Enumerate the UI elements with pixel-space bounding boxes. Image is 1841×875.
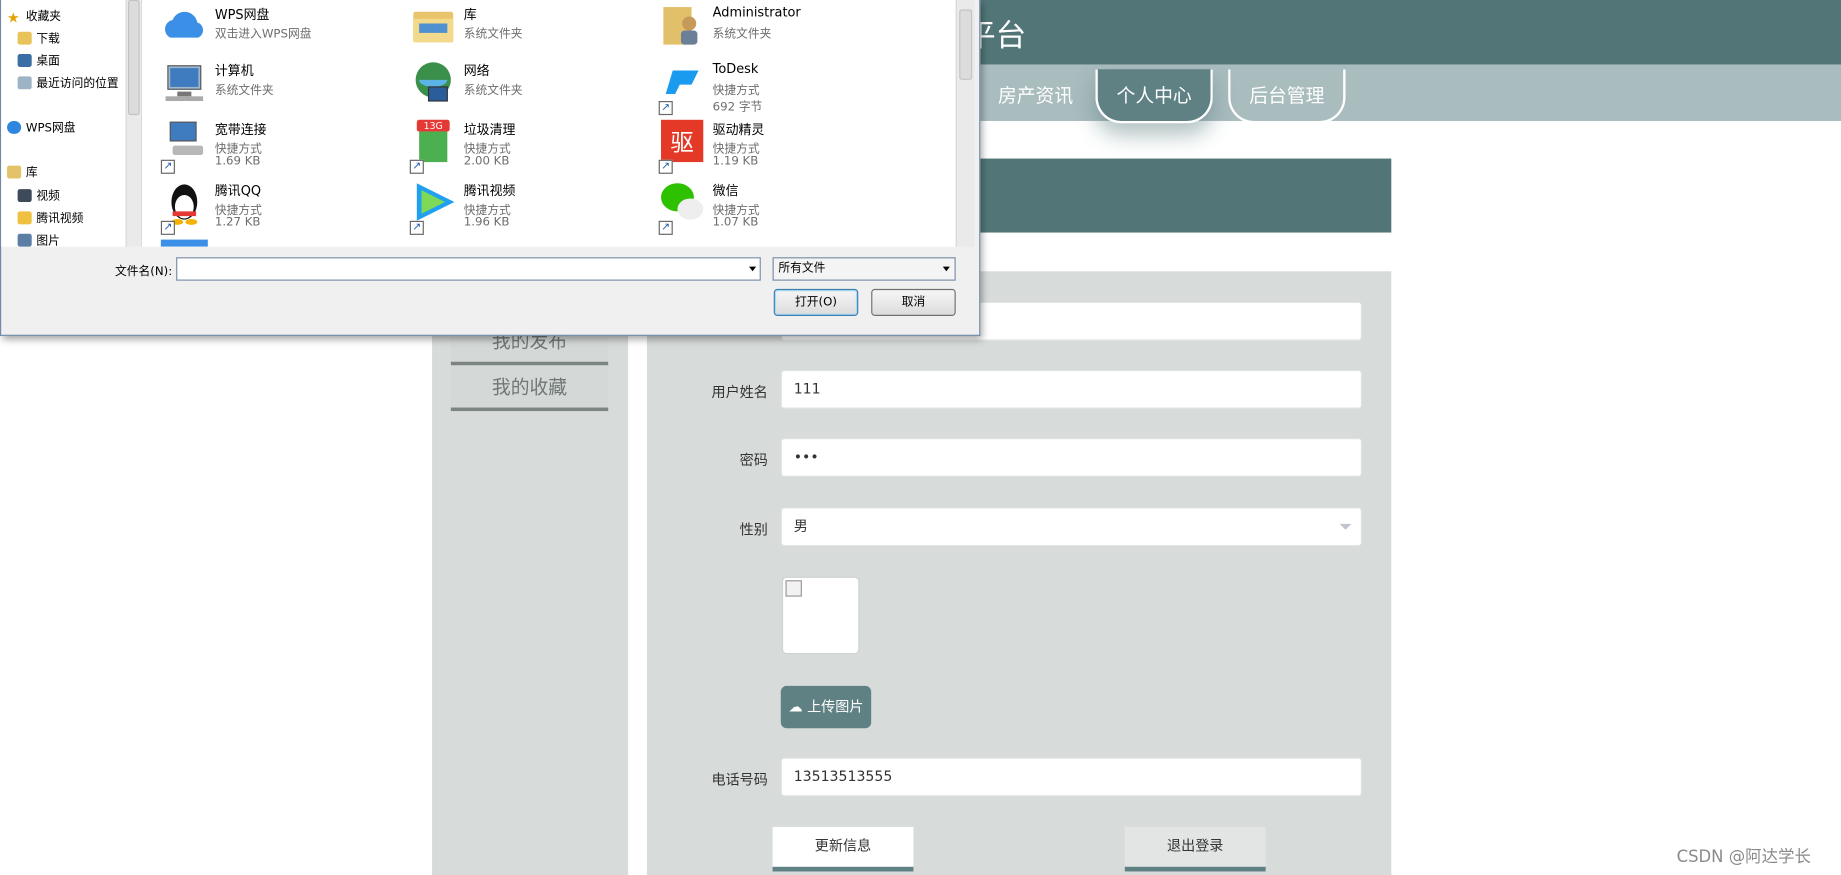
qq-icon bbox=[171, 184, 198, 225]
filetype-select[interactable]: 所有文件 bbox=[772, 257, 956, 281]
download-icon bbox=[17, 31, 32, 45]
shortcut-arrow-icon: ↗ bbox=[160, 220, 175, 235]
nav-item-library[interactable]: 库 bbox=[7, 162, 38, 180]
tab-news[interactable]: 房产资讯 bbox=[970, 69, 1101, 123]
cloud-icon bbox=[165, 11, 204, 38]
picture-icon bbox=[17, 233, 32, 247]
star-icon: ★ bbox=[7, 9, 20, 26]
svg-text:驱: 驱 bbox=[670, 128, 693, 156]
phone-field[interactable]: 13513513555 bbox=[780, 757, 1362, 797]
dialog-nav-pane: ★ 收藏夹 下载 桌面 最近访问的位置 WPS网盘 库 视频 腾讯视频 图片 bbox=[1, 0, 143, 248]
chevron-down-icon[interactable] bbox=[749, 266, 757, 272]
upload-image-button[interactable]: ☁ 上传图片 bbox=[780, 685, 872, 729]
file-item-cleaner[interactable]: 13G ↗ 垃圾清理 快捷方式 2.00 KB bbox=[409, 117, 645, 174]
user-folder-icon bbox=[663, 7, 698, 45]
filename-input[interactable] bbox=[176, 257, 761, 281]
file-item-todesk[interactable]: ↗ ToDesk 快捷方式 692 字节 bbox=[658, 59, 894, 116]
video-icon bbox=[17, 189, 32, 203]
cancel-button[interactable]: 取消 bbox=[871, 288, 956, 316]
upload-label: 上传图片 bbox=[807, 698, 864, 716]
nav-scrollbar-thumb[interactable] bbox=[127, 0, 140, 116]
nav-item-recent[interactable]: 最近访问的位置 bbox=[17, 73, 119, 90]
library-icon bbox=[7, 165, 22, 179]
shortcut-arrow-icon: ↗ bbox=[658, 159, 673, 174]
nav-item-wps-cloud[interactable]: WPS网盘 bbox=[7, 117, 75, 135]
wechat-icon bbox=[661, 183, 704, 220]
file-item-wechat[interactable]: ↗ 微信 快捷方式 1.07 KB bbox=[658, 179, 894, 235]
file-item-computer[interactable]: 计算机 系统文件夹 bbox=[161, 59, 396, 115]
gender-select[interactable]: 男 bbox=[780, 507, 1362, 547]
tab-admin[interactable]: 后台管理 bbox=[1228, 69, 1346, 124]
avatar-preview bbox=[781, 576, 860, 655]
top-header: 平台 bbox=[962, 0, 1841, 65]
cleaner-icon: 13G bbox=[416, 119, 450, 163]
network-icon bbox=[415, 62, 451, 102]
screen: 平台 房产资讯 个人中心 后台管理 我的发布 我的收藏 用户姓名 111 密码 … bbox=[0, 0, 1841, 875]
section-header bbox=[974, 158, 1392, 233]
svg-text:13G: 13G bbox=[424, 121, 443, 132]
todesk-icon bbox=[665, 70, 699, 94]
nav-item-favorites[interactable]: ★ 收藏夹 bbox=[7, 6, 61, 25]
update-info-button[interactable]: 更新信息 bbox=[772, 826, 914, 872]
desktop-icon bbox=[17, 54, 32, 67]
file-item-tencent-video[interactable]: ↗ 腾讯视频 快捷方式 1.96 KB bbox=[409, 179, 645, 235]
tab-personal-center[interactable]: 个人中心 bbox=[1095, 69, 1213, 124]
partial-file-icon bbox=[160, 239, 208, 247]
library-icon bbox=[413, 11, 454, 43]
shortcut-arrow-icon: ↗ bbox=[658, 220, 673, 235]
tencent-video-icon bbox=[416, 183, 455, 221]
file-item-administrator[interactable]: Administrator 系统文件夹 bbox=[659, 2, 894, 58]
cloud-icon bbox=[7, 120, 22, 134]
nav-item-tencent-video[interactable]: 腾讯视频 bbox=[17, 208, 84, 226]
cloud-upload-icon: ☁ bbox=[788, 698, 803, 716]
gender-label: 性别 bbox=[739, 521, 768, 538]
shortcut-arrow-icon: ↗ bbox=[160, 159, 175, 174]
password-field[interactable]: ••• bbox=[780, 438, 1362, 477]
nav-item-videos[interactable]: 视频 bbox=[17, 186, 60, 203]
phone-label: 电话号码 bbox=[711, 771, 768, 789]
driver-icon: 驱 bbox=[661, 119, 704, 163]
file-item-qq[interactable]: ↗ 腾讯QQ 快捷方式 1.27 KB bbox=[160, 179, 396, 235]
file-item-network[interactable]: 网络 系统文件夹 bbox=[410, 59, 645, 115]
nav-scrollbar[interactable] bbox=[125, 0, 141, 247]
password-label: 密码 bbox=[739, 452, 768, 469]
name-field[interactable]: 111 bbox=[780, 369, 1362, 409]
file-item-wps-cloud[interactable]: WPS网盘 双击进入WPS网盘 bbox=[161, 2, 396, 58]
filename-label: 文件名(N): bbox=[115, 265, 173, 279]
computer-icon bbox=[165, 65, 204, 102]
recent-icon bbox=[17, 76, 32, 90]
broken-image-icon bbox=[785, 580, 802, 597]
shortcut-arrow-icon: ↗ bbox=[658, 101, 673, 116]
dialog-files-pane: WPS网盘 双击进入WPS网盘 库 系统文件夹 Administrator 系统… bbox=[142, 0, 956, 247]
watermark: CSDN @阿达学长 bbox=[1676, 847, 1811, 867]
shortcut-arrow-icon: ↗ bbox=[409, 220, 424, 235]
folder-icon bbox=[17, 211, 32, 225]
chevron-down-icon[interactable] bbox=[942, 266, 950, 272]
file-item-driver-genius[interactable]: 驱 ↗ 驱动精灵 快捷方式 1.19 KB bbox=[658, 117, 894, 174]
broadband-icon bbox=[169, 121, 204, 156]
nav-item-pictures[interactable]: 图片 bbox=[17, 230, 60, 248]
files-scrollbar-thumb[interactable] bbox=[959, 9, 973, 80]
file-open-dialog: ★ 收藏夹 下载 桌面 最近访问的位置 WPS网盘 库 视频 腾讯视频 图片 WP… bbox=[0, 0, 981, 336]
nav-bar: 房产资讯 个人中心 后台管理 bbox=[962, 64, 1841, 124]
shortcut-arrow-icon: ↗ bbox=[409, 159, 424, 174]
files-scrollbar[interactable] bbox=[955, 0, 975, 247]
side-item-my-favorites[interactable]: 我的收藏 bbox=[450, 366, 609, 412]
gender-value: 男 bbox=[793, 517, 808, 535]
file-item-library[interactable]: 库 系统文件夹 bbox=[410, 2, 645, 58]
name-label: 用户姓名 bbox=[711, 384, 768, 401]
open-button[interactable]: 打开(O) bbox=[773, 288, 859, 316]
file-item-broadband[interactable]: ↗ 宽带连接 快捷方式 1.69 KB bbox=[160, 117, 396, 174]
nav-item-downloads[interactable]: 下载 bbox=[17, 28, 60, 46]
chevron-down-icon bbox=[1339, 523, 1352, 530]
logout-button[interactable]: 退出登录 bbox=[1124, 826, 1266, 872]
nav-item-desktop[interactable]: 桌面 bbox=[17, 51, 60, 68]
